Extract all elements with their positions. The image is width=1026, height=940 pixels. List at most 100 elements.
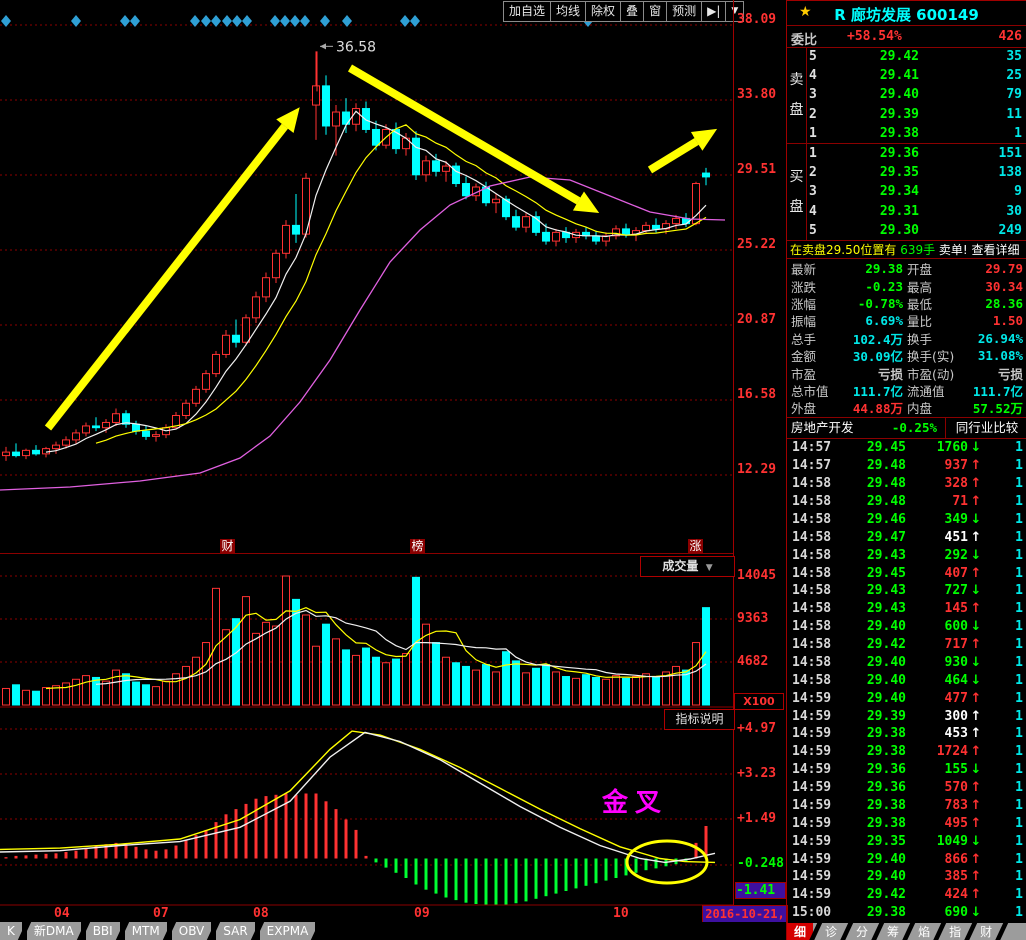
info-value: 28.36 [969,296,1026,311]
indicator-tab-7[interactable]: EXPMA [260,922,316,940]
arrow-down-icon: ↓ [968,440,984,455]
weibi-value: +58.54% [847,29,902,44]
time-axis-label: 07 [153,906,169,921]
tick-row: 14:5929.40866↑1 [787,850,1026,868]
tick-row: 14:5929.38495↑1 [787,814,1026,832]
event-marker[interactable]: 涨 [688,539,703,554]
tick-count: 1 [984,512,1026,527]
main-candlestick-chart[interactable]: 36.58 [0,0,733,554]
indicator-tab-2[interactable]: 新DMA [27,922,81,940]
tick-count: 1 [984,798,1026,813]
arrow-up-icon: ↑ [968,566,984,581]
arrow-up-icon: ↑ [968,637,984,652]
notice-text: 在卖盘29.50位置有 [790,243,896,257]
toolbar-button-6[interactable]: 预测 [667,1,702,22]
info-label: 量比 [903,311,969,330]
notice-detail-link[interactable]: 卖单! 查看详细 [939,243,1020,257]
tick-list[interactable]: 14:5729.451760↓114:5729.48937↑114:5829.4… [787,439,1026,922]
volume-selector-label: 成交量 [662,559,698,573]
volume-selector-dropdown[interactable]: 成交量 ▼ [640,556,735,577]
tick-time: 14:58 [787,655,838,670]
tick-price: 29.40 [838,691,906,706]
tick-time: 14:57 [787,458,838,473]
ask-row: 229.3911 [809,105,1026,124]
info-label: 总手 [787,329,833,348]
volume-chart[interactable] [0,554,733,710]
tick-time: 14:58 [787,673,838,688]
tick-volume: 464 [906,673,968,688]
tick-count: 1 [984,566,1026,581]
info-row: 涨跌-0.23最高30.34 [787,277,1026,294]
tick-price: 29.36 [838,780,906,795]
chevron-down-icon: ▼ [703,563,713,573]
level-price: 29.31 [827,204,919,219]
level-price: 29.30 [827,223,919,238]
sell-side-label: 卖盘 [787,47,807,143]
info-row: 市盈亏损市盈(动)亏损 [787,364,1026,381]
toolbar-button-2[interactable]: 均线 [551,1,586,22]
tick-time: 14:59 [787,852,838,867]
next-panel-icon[interactable]: ▶| [702,1,726,22]
info-value: 31.08% [969,348,1026,363]
toolbar-button-4[interactable]: 叠 [621,1,644,22]
indicator-tab-6[interactable]: SAR [216,922,254,940]
arrow-down-icon: ↓ [968,655,984,670]
info-label: 最高 [903,277,969,296]
info-value: 57.52万 [969,398,1026,417]
golden-cross-annotation: 金叉 [602,782,668,819]
indicator-help-button[interactable]: 指标说明 [664,709,735,730]
tick-time: 14:58 [787,637,838,652]
buy-side-label: 买盘 [787,144,807,240]
level-price: 29.34 [827,184,919,199]
large-order-notice[interactable]: 在卖盘29.50位置有 639手 卖单! 查看详细 [787,241,1026,259]
tick-row: 14:5929.38453↑1 [787,725,1026,743]
tick-row: 14:5929.40385↑1 [787,868,1026,886]
ask-row: 329.4079 [809,85,1026,104]
info-row: 外盘44.88万内盘57.52万 [787,399,1026,416]
tick-row: 14:5829.46349↓1 [787,511,1026,529]
industry-name: 房地产开发 [791,418,854,438]
arrow-down-icon: ↓ [968,905,984,920]
tick-volume: 727 [906,583,968,598]
arrow-down-icon: ↓ [968,583,984,598]
tick-price: 29.43 [838,548,906,563]
tick-price: 29.38 [838,816,906,831]
tick-count: 1 [984,869,1026,884]
tick-price: 29.40 [838,619,906,634]
toolbar-button-5[interactable]: 窗 [644,1,667,22]
trading-terminal: 36.58 加自选均线除权叠窗预测▶|▼ 财榜涨 38.0933.8029.51… [0,0,1026,940]
event-marker[interactable]: 财 [220,539,235,554]
industry-compare-button[interactable]: 同行业比较 [949,418,1025,438]
arrow-up-icon: ↑ [968,494,984,509]
tick-count: 1 [984,762,1026,777]
toolbar-button-3[interactable]: 除权 [586,1,621,22]
tick-row: 14:5929.40477↑1 [787,689,1026,707]
bid-row: 329.349 [809,182,1026,201]
indicator-tab-5[interactable]: OBV [172,922,212,940]
tick-volume: 328 [906,476,968,491]
tick-price: 29.39 [838,709,906,724]
tick-price: 29.47 [838,530,906,545]
arrow-down-icon: ↓ [968,548,984,563]
price-axis-label: 20.87 [737,312,785,327]
tick-row: 14:5829.40464↓1 [787,671,1026,689]
toolbar-button-1[interactable]: 加自选 [503,1,551,22]
level-volume: 30 [919,204,1026,219]
tick-price: 29.40 [838,852,906,867]
info-value: 29.79 [969,261,1026,276]
price-axis-label: 25.22 [737,237,785,252]
price-axis-label: 38.09 [737,12,785,27]
tick-price: 29.45 [838,566,906,581]
arrow-down-icon: ↓ [968,673,984,688]
event-marker[interactable]: 榜 [410,539,425,554]
level-volume: 249 [919,223,1026,238]
indicator-tab-4[interactable]: MTM [125,922,167,940]
arrow-up-icon: ↑ [968,852,984,867]
tick-price: 29.42 [838,637,906,652]
tick-price: 29.45 [838,440,906,455]
bid-levels: 129.36151229.35138329.349429.3130529.302… [809,144,1026,240]
level-number: 3 [809,184,827,199]
indicator-tab-3[interactable]: BBI [86,922,120,940]
tick-volume: 717 [906,637,968,652]
tick-price: 29.38 [838,798,906,813]
